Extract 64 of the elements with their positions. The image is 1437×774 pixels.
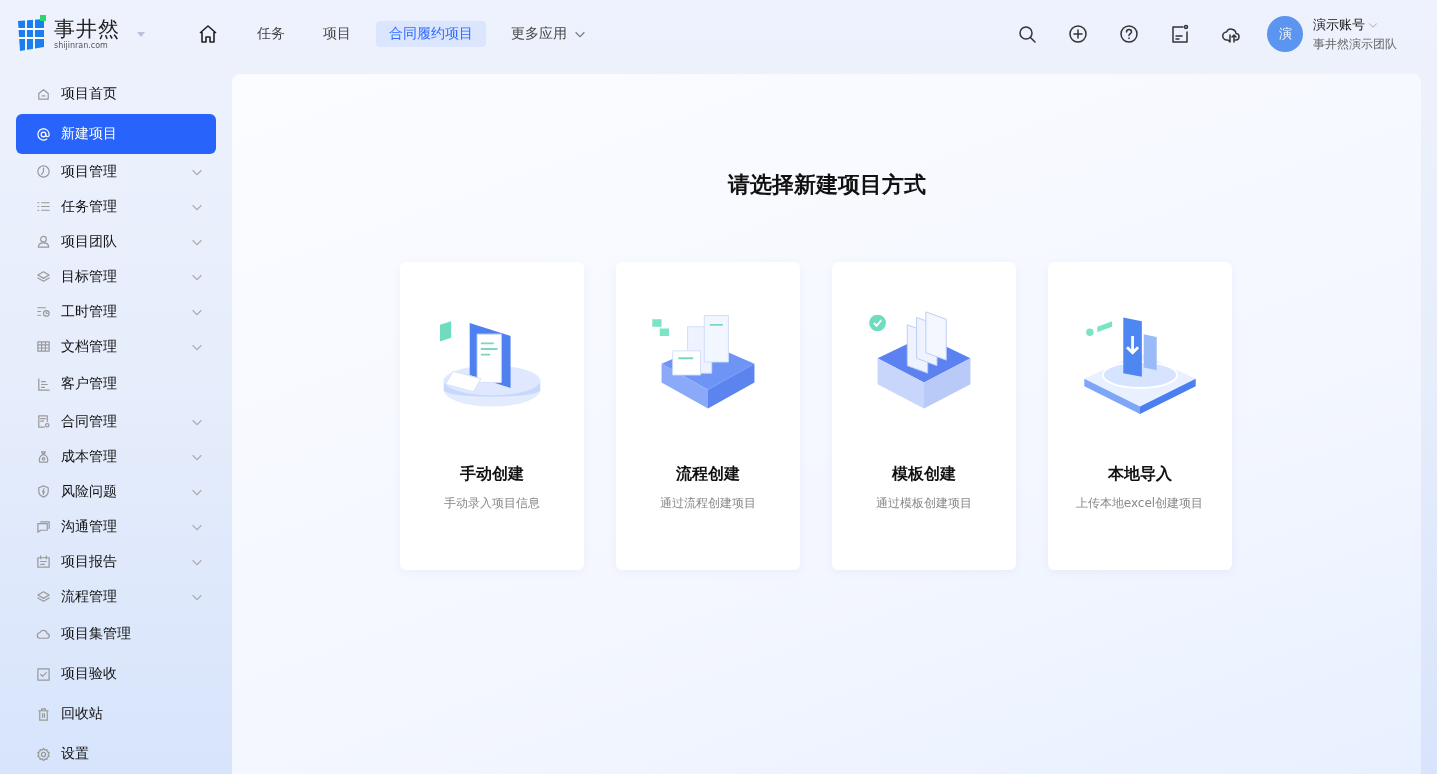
option-card[interactable]: 本地导入 上传本地excel创建项目 [1047, 262, 1232, 570]
sidebar-item[interactable]: 文档管理 [16, 329, 216, 364]
help-icon[interactable] [1118, 23, 1140, 45]
table-icon [36, 339, 51, 354]
add-icon[interactable] [1067, 23, 1089, 45]
sidebar-item[interactable]: 沟通管理 [16, 509, 216, 544]
home-icon [36, 86, 51, 102]
at-icon [36, 126, 51, 142]
timesheet-icon [36, 304, 51, 319]
sidebar-item[interactable]: 设置 [16, 734, 216, 774]
sidebar-item[interactable]: 成本管理 [16, 439, 216, 474]
nav-tab[interactable]: 任务 [244, 21, 298, 47]
sidebar-item[interactable]: 目标管理 [16, 259, 216, 294]
home-icon[interactable] [198, 24, 218, 44]
layers-icon [36, 589, 51, 604]
sidebar-item[interactable]: 客户管理 [16, 364, 216, 404]
option-description: 手动录入项目信息 [443, 495, 540, 512]
report-icon [36, 554, 51, 569]
option-title: 流程创建 [675, 464, 740, 485]
logo-domain: shijinran.com [54, 41, 109, 51]
nav-tab[interactable]: 合同履约项目 [376, 21, 486, 47]
logo-name: 事井然 [54, 17, 120, 41]
option-description: 通过流程创建项目 [659, 495, 756, 512]
option-title: 本地导入 [1107, 464, 1172, 485]
option-card[interactable]: 手动创建 手动录入项目信息 [399, 262, 584, 570]
person-icon [36, 234, 51, 249]
sidebar-item[interactable]: 流程管理 [16, 579, 216, 614]
sidebar-item[interactable]: 项目首页 [16, 74, 216, 114]
user-name[interactable]: 演示账号 [1313, 15, 1397, 34]
sidebar-item[interactable]: 项目集管理 [16, 614, 216, 654]
checkbox-icon [36, 666, 51, 682]
list-icon [36, 199, 51, 214]
option-card[interactable]: 流程创建 通过流程创建项目 [615, 262, 800, 570]
settings-icon [36, 746, 51, 762]
option-description: 上传本地excel创建项目 [1075, 495, 1204, 512]
sidebar-item[interactable]: 风险问题 [16, 474, 216, 509]
sidebar-item[interactable]: 项目报告 [16, 544, 216, 579]
option-card[interactable]: 模板创建 通过模板创建项目 [831, 262, 1016, 570]
sidebar-item[interactable]: 回收站 [16, 694, 216, 734]
sidebar-item[interactable]: 项目验收 [16, 654, 216, 694]
trash-icon [36, 706, 51, 722]
option-title: 手动创建 [459, 464, 524, 485]
contract-icon [36, 414, 51, 429]
sidebar-item[interactable]: 合同管理 [16, 404, 216, 439]
clock-icon [36, 164, 51, 179]
sidebar-item[interactable]: 新建项目 [16, 114, 216, 154]
shield-icon [36, 484, 51, 499]
sidebar-item[interactable]: 工时管理 [16, 294, 216, 329]
sidebar-item[interactable]: 任务管理 [16, 189, 216, 224]
sidebar-item[interactable]: 项目管理 [16, 154, 216, 189]
option-title: 模板创建 [891, 464, 956, 485]
notice-icon[interactable] [1169, 23, 1191, 45]
team-name: 事井然演示团队 [1313, 35, 1397, 53]
nav-tab[interactable]: 更多应用 [498, 21, 600, 47]
chart-icon [36, 376, 51, 392]
page-title: 请选择新建项目方式 [727, 171, 926, 199]
search-icon[interactable] [1016, 23, 1038, 45]
sidebar-item[interactable]: 项目团队 [16, 224, 216, 259]
option-description: 通过模板创建项目 [875, 495, 972, 512]
logo-icon [16, 15, 48, 53]
nav-tab[interactable]: 项目 [310, 21, 364, 47]
layers-icon [36, 269, 51, 284]
moneybag-icon [36, 449, 51, 464]
chat-icon [36, 519, 51, 534]
